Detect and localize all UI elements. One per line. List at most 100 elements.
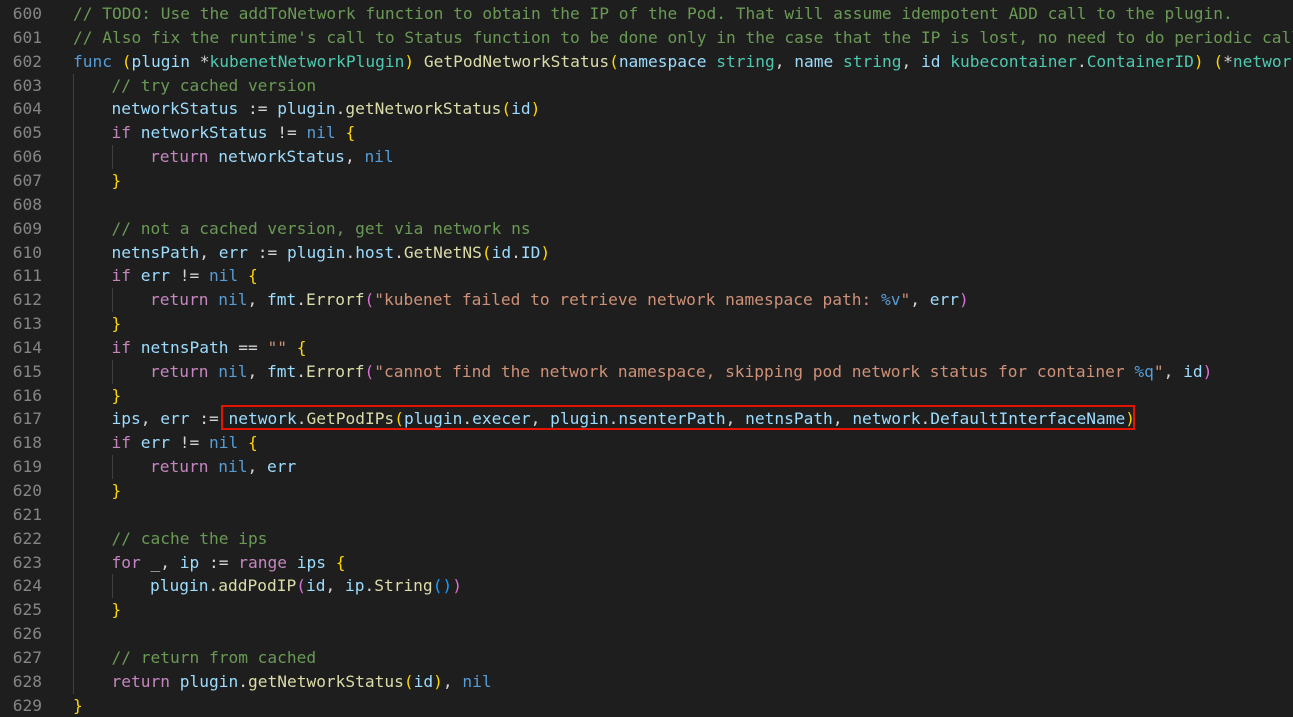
code-editor[interactable]: 600 // TODO: Use the addToNetwork functio… — [0, 0, 1293, 717]
line-code: return nil, fmt.Errorf("kubenet failed t… — [150, 288, 969, 312]
line-code: return nil, fmt.Errorf("cannot find the … — [150, 360, 1212, 384]
code-token: if — [111, 433, 132, 453]
code-line: 628 return plugin.getNetworkStatus(id), n… — [0, 670, 1293, 694]
code-token: , — [247, 361, 267, 381]
code-token: network — [1232, 51, 1293, 71]
code-token: %q — [1134, 361, 1154, 381]
code-token: plugin — [286, 242, 346, 262]
code-token: , — [442, 671, 463, 691]
code-token: := — [199, 552, 239, 572]
code-line: 627 // return from cached — [0, 646, 1293, 670]
code-token: fmt — [266, 361, 297, 381]
line-number: 616 — [12, 385, 42, 405]
code-token: . — [511, 242, 521, 262]
code-token: ) — [433, 671, 443, 691]
line-number: 618 — [12, 433, 42, 453]
code-line: 626 — [0, 622, 1293, 646]
code-token: ip — [179, 552, 200, 572]
code-token: != — [170, 433, 209, 453]
code-token: nil — [208, 433, 239, 453]
code-token: String — [374, 576, 433, 596]
line-code: return nil, err — [150, 455, 296, 479]
code-token: plugin — [277, 99, 336, 119]
code-token: . — [208, 576, 219, 596]
code-token: . — [238, 671, 248, 691]
code-token: . — [364, 576, 375, 596]
code-token: " — [1153, 361, 1164, 381]
code-token: . — [296, 361, 306, 381]
code-token: ) — [404, 51, 415, 71]
line-code: for _, ip := range ips { — [112, 551, 346, 575]
code-line: 618 if err != nil { — [0, 431, 1293, 455]
code-line: 602 func (plugin *kubenetNetworkPlugin) G… — [0, 50, 1293, 74]
code-token: } — [111, 481, 122, 500]
code-token: { — [296, 337, 307, 357]
code-token: . — [1076, 51, 1087, 71]
line-code: if err != nil { — [112, 431, 258, 455]
line-number: 627 — [12, 647, 42, 667]
code-line: 620} — [0, 479, 1293, 503]
code-token: , — [910, 290, 930, 310]
line-code: func (plugin *kubenetNetworkPlugin) GetP… — [73, 50, 1293, 74]
code-token: GetPodNetworkStatus — [423, 51, 610, 71]
code-token: , — [901, 51, 921, 71]
line-number: 602 — [12, 51, 42, 71]
code-token: return — [111, 671, 170, 691]
line-number: 610 — [12, 242, 42, 262]
line-number: 609 — [12, 218, 42, 238]
code-token: id — [1183, 361, 1203, 381]
line-code: // Also fix the runtime's call to Status… — [73, 26, 1293, 50]
code-line: 612 return nil, fmt.Errorf("kubenet faile… — [0, 288, 1293, 312]
highlight-box — [221, 405, 1135, 430]
code-token: return — [150, 290, 209, 310]
line-number: 603 — [12, 75, 42, 95]
code-token: id — [413, 671, 434, 691]
code-token: ID — [520, 242, 541, 262]
code-token: if — [111, 337, 132, 357]
code-token: } — [111, 314, 122, 334]
code-token: range — [238, 552, 287, 572]
code-token: networkStatus — [140, 123, 268, 143]
code-line: 616} — [0, 384, 1293, 408]
code-line: 603 // try cached version — [0, 74, 1293, 98]
code-line: 604 networkStatus := plugin.getNetworkSta… — [0, 97, 1293, 121]
code-token: id — [491, 242, 512, 262]
code-token: netnsPath — [111, 242, 200, 262]
line-code: if err != nil { — [112, 264, 258, 288]
code-token: addPodIP — [218, 576, 297, 596]
code-token: // cache the ips — [111, 528, 268, 548]
indent-guide — [111, 455, 113, 479]
indent-guide — [111, 359, 113, 384]
line-number: 626 — [12, 624, 42, 644]
code-token: kubecontainer — [950, 51, 1077, 71]
line-code: } — [112, 598, 122, 622]
code-line: 609 // not a cached version, get via netw… — [0, 217, 1293, 241]
indent-guide — [111, 288, 113, 313]
indent-guide — [111, 574, 113, 599]
line-number: 619 — [12, 457, 42, 477]
line-number: 625 — [12, 600, 42, 620]
code-token: if — [111, 266, 132, 286]
code-token: ( — [1213, 51, 1224, 71]
code-token: func — [73, 51, 112, 71]
code-token: fmt — [266, 290, 297, 310]
code-token: != — [267, 123, 307, 143]
code-token: "kubenet failed to retrieve network name… — [374, 290, 881, 310]
code-token: networkStatus — [111, 99, 239, 119]
line-code: if networkStatus != nil { — [112, 121, 356, 145]
code-token: host — [355, 242, 395, 262]
code-token: ( — [481, 242, 492, 262]
code-token: ( — [296, 576, 306, 596]
code-line: 621 — [0, 503, 1293, 527]
code-token: * — [189, 51, 210, 71]
code-token: ( — [609, 51, 619, 71]
line-number: 607 — [12, 170, 42, 190]
code-token: ) — [959, 290, 969, 310]
code-token: err — [160, 409, 190, 429]
code-token: } — [73, 695, 83, 715]
